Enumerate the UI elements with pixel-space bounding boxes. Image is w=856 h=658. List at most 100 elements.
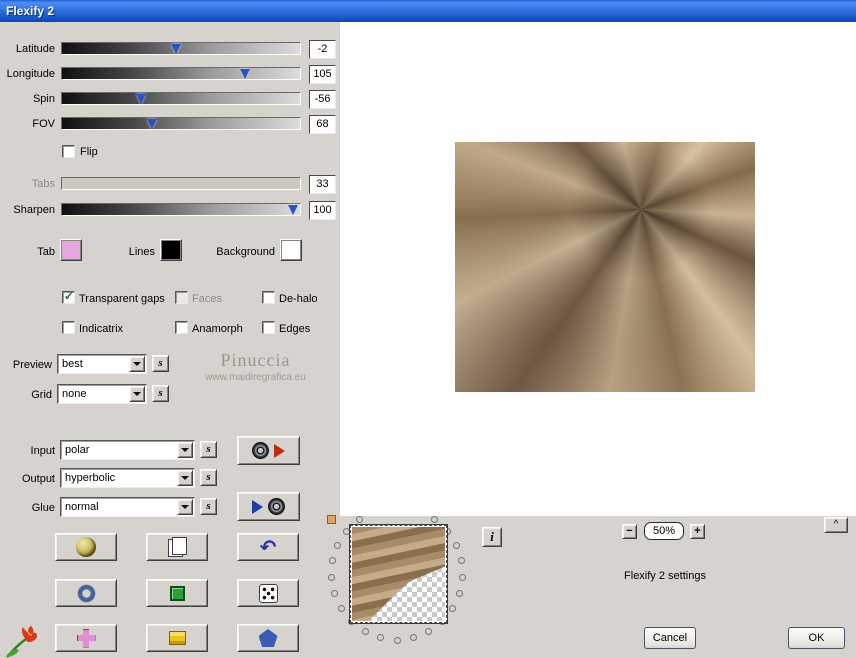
transparent-gaps-checkbox[interactable]: ✓ (62, 289, 75, 304)
longitude-value[interactable]: 105 (309, 65, 336, 84)
ring-icon (77, 584, 95, 602)
output-settings-button[interactable]: s (200, 469, 217, 486)
glue-combo-label: Glue (31, 502, 55, 514)
glue-settings-button[interactable]: s (200, 498, 217, 515)
indicatrix-checkbox[interactable] (62, 321, 75, 334)
output-combo[interactable]: hyperbolic (60, 468, 195, 488)
zoom-out-button[interactable]: − (622, 524, 637, 539)
memory-dot[interactable] (327, 573, 335, 581)
sharpen-label: Sharpen (13, 204, 55, 216)
grid-combo[interactable]: none (57, 384, 147, 404)
title-bar[interactable]: Flexify 2 (0, 0, 856, 22)
memory-dot[interactable] (334, 541, 342, 549)
memory-dot[interactable] (393, 636, 401, 644)
memory-dot[interactable] (376, 634, 384, 642)
grid-settings-button[interactable]: s (152, 385, 169, 402)
watermark: Pinuccia www.maidiregrafica.eu (183, 350, 328, 383)
chevron-down-icon[interactable] (177, 499, 193, 515)
longitude-slider-thumb[interactable] (240, 69, 251, 79)
box-icon (168, 631, 186, 645)
collapse-button[interactable]: ^ (824, 517, 848, 533)
memory-dot[interactable] (431, 516, 439, 524)
chevron-down-icon[interactable] (177, 442, 193, 458)
logo-flower-icon[interactable] (4, 626, 38, 658)
longitude-row: Longitude 105 (0, 65, 340, 85)
indicatrix-label: Indicatrix (79, 323, 124, 335)
copy-button[interactable] (146, 533, 208, 561)
settings-thumbnail[interactable] (349, 524, 448, 624)
glue-combo[interactable]: normal (60, 497, 195, 517)
window-title: Flexify 2 (6, 4, 55, 18)
input-settings-button[interactable]: s (200, 441, 217, 458)
chevron-down-icon[interactable] (129, 356, 145, 372)
tabs-label: Tabs (31, 178, 55, 190)
preview-combo[interactable]: best (57, 354, 147, 374)
ok-button[interactable]: OK (788, 627, 845, 649)
tabs-value[interactable]: 33 (309, 175, 336, 194)
lines-color-swatch[interactable] (160, 239, 182, 261)
disc-play-button[interactable] (237, 436, 300, 465)
undo-button[interactable]: ↶ (237, 533, 299, 561)
grid-combo-label: Grid (31, 389, 52, 401)
memory-dot[interactable] (452, 541, 460, 549)
watermark-name: Pinuccia (220, 350, 291, 370)
chevron-down-icon[interactable] (177, 470, 193, 486)
memory-dot[interactable] (459, 573, 467, 581)
memory-dot[interactable] (330, 590, 338, 598)
memory-dot[interactable] (328, 557, 336, 565)
input-combo[interactable]: polar (60, 440, 195, 460)
latitude-slider-thumb[interactable] (171, 44, 182, 54)
sharpen-row: Sharpen 100 (0, 201, 340, 221)
tabs-row: Tabs 33 (0, 175, 340, 195)
memory-dot[interactable] (449, 605, 457, 613)
edges-checkbox[interactable] (262, 321, 275, 334)
background-color-swatch[interactable] (280, 239, 302, 261)
zoom-in-button[interactable]: + (690, 524, 705, 539)
spin-value[interactable]: -56 (309, 90, 336, 109)
memory-dot[interactable] (337, 605, 345, 613)
play-disc-button[interactable] (237, 492, 300, 521)
pentagon-button[interactable] (237, 624, 299, 652)
sharpen-value[interactable]: 100 (309, 201, 336, 220)
sharpen-slider[interactable] (61, 203, 301, 216)
fov-slider-thumb[interactable] (147, 119, 158, 129)
memory-dot[interactable] (456, 590, 464, 598)
zoom-level: 50% (644, 522, 684, 540)
memory-dot[interactable] (355, 516, 363, 524)
pink-cross-button[interactable] (55, 624, 117, 652)
chevron-down-icon[interactable] (129, 386, 145, 402)
green-square-button[interactable] (146, 579, 208, 607)
info-button[interactable]: i (482, 527, 502, 547)
sharpen-slider-thumb[interactable] (287, 205, 298, 215)
tabs-slider (61, 177, 301, 190)
memory-dot[interactable] (458, 557, 466, 565)
fov-slider[interactable] (61, 117, 301, 130)
fov-row: FOV 68 (0, 115, 340, 135)
selection-border (350, 525, 447, 623)
globe-button[interactable] (55, 533, 117, 561)
memory-dot[interactable] (361, 628, 369, 636)
spin-slider-thumb[interactable] (135, 94, 146, 104)
play-icon (252, 499, 263, 514)
memory-dot[interactable] (410, 634, 418, 642)
faces-checkbox (175, 291, 188, 304)
latitude-slider[interactable] (61, 42, 301, 55)
ring-button[interactable] (55, 579, 117, 607)
flip-checkbox[interactable] (62, 145, 75, 158)
preview-settings-button[interactable]: s (152, 355, 169, 372)
dehalo-checkbox[interactable] (262, 291, 275, 304)
glue-combo-value: normal (65, 501, 99, 513)
anamorph-checkbox[interactable] (175, 321, 188, 334)
yellow-box-button[interactable] (146, 624, 208, 652)
tab-color-swatch[interactable] (60, 239, 82, 261)
cancel-button[interactable]: Cancel (644, 627, 696, 649)
tab-swatch-label: Tab (37, 246, 55, 258)
longitude-slider[interactable] (61, 67, 301, 80)
spin-label: Spin (32, 93, 55, 105)
grid-combo-value: none (62, 388, 87, 400)
spin-slider[interactable] (61, 92, 301, 105)
random-dice-button[interactable] (237, 579, 299, 607)
latitude-value[interactable]: -2 (309, 40, 336, 59)
memory-dot[interactable] (425, 628, 433, 636)
fov-value[interactable]: 68 (309, 115, 336, 134)
